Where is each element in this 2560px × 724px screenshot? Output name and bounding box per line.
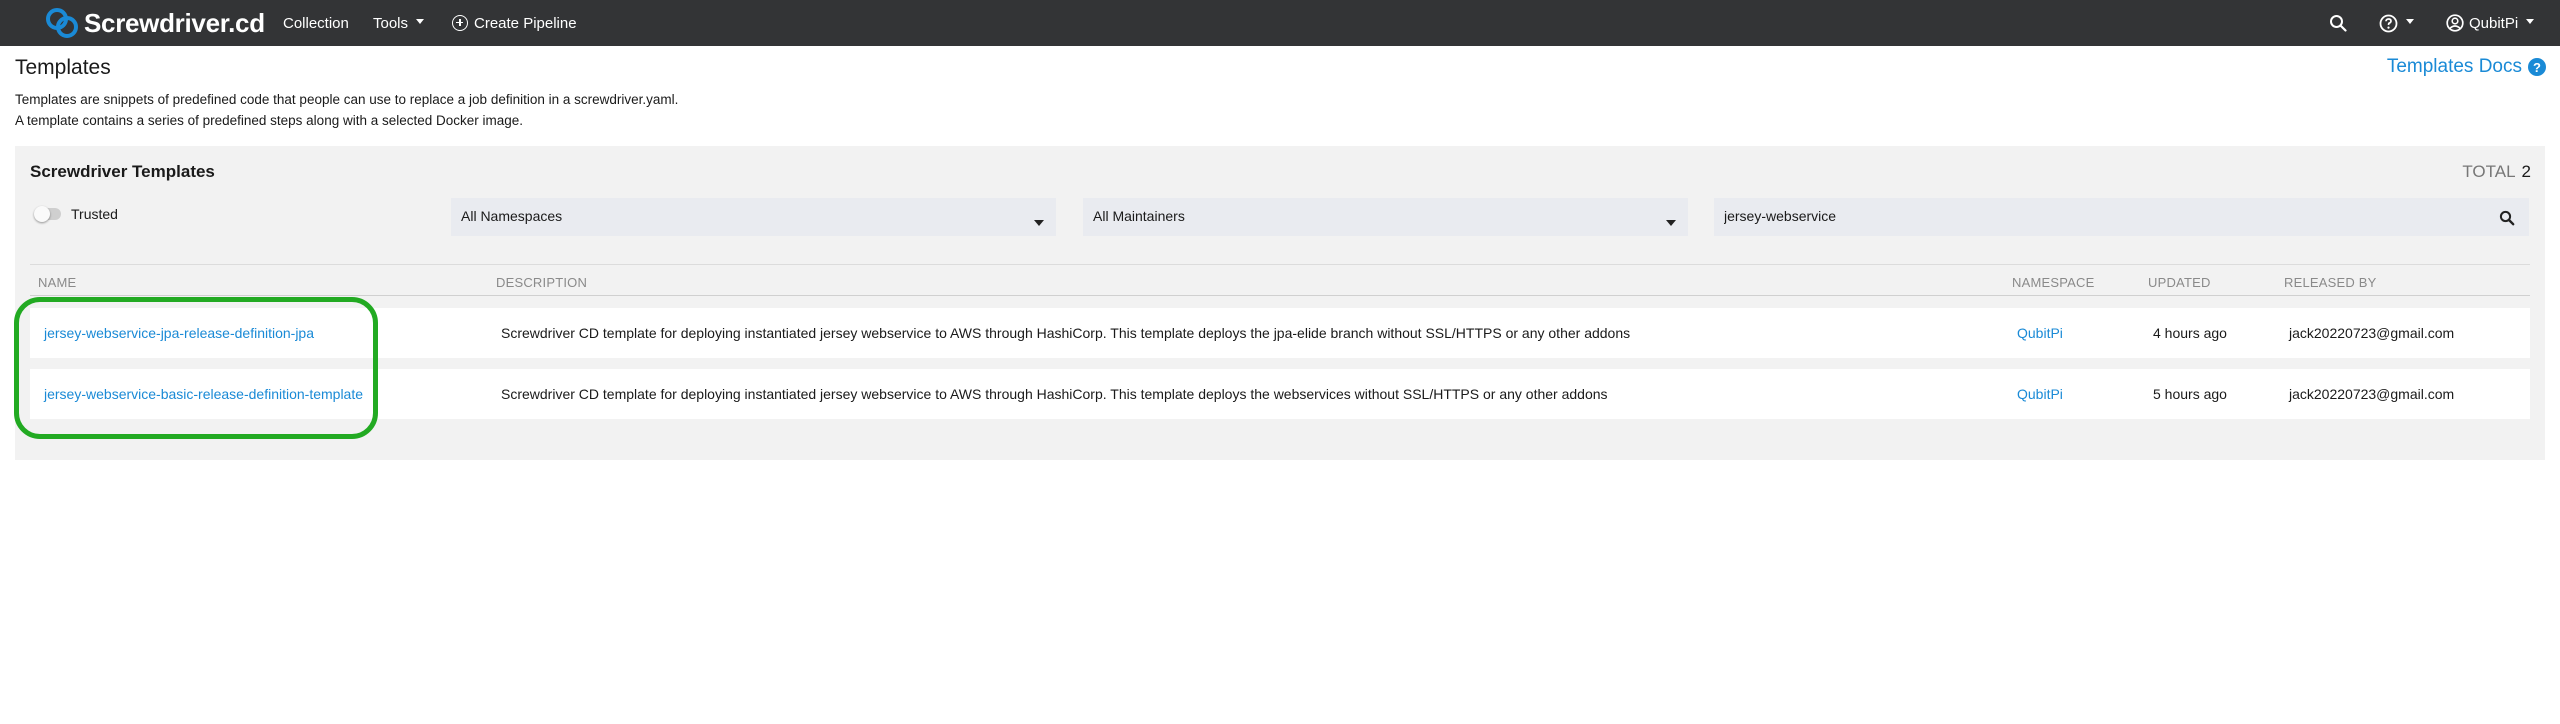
create-pipeline-link[interactable]: Create Pipeline	[452, 0, 577, 46]
user-menu-dropdown[interactable]: QubitPi	[2446, 0, 2535, 46]
search-nav-button[interactable]	[2329, 0, 2347, 46]
namespace-select[interactable]: All Namespaces	[451, 198, 1056, 236]
template-name-link[interactable]: jersey-webservice-jpa-release-definition…	[44, 325, 314, 341]
help-dropdown[interactable]	[2379, 0, 2414, 46]
maintainer-select[interactable]: All Maintainers	[1083, 198, 1688, 236]
user-name: QubitPi	[2469, 14, 2519, 32]
table-row: jersey-webservice-basic-release-definiti…	[30, 369, 2530, 419]
column-header-namespace[interactable]: NAMESPACE	[2012, 275, 2094, 290]
screwdriver-logo-icon	[46, 8, 78, 38]
templates-panel: Screwdriver Templates TOTAL 2 Trusted All…	[15, 146, 2545, 460]
table-header: NAME DESCRIPTION NAMESPACE UPDATED RELEA…	[30, 264, 2530, 296]
chevron-down-icon	[2526, 19, 2535, 24]
plus-circle-icon	[452, 15, 468, 31]
page-title: Templates	[15, 56, 111, 79]
chevron-down-icon	[1034, 220, 1044, 226]
intro-text-line-2: A template contains a series of predefin…	[15, 113, 524, 128]
column-header-released-by[interactable]: RELEASED BY	[2284, 275, 2377, 290]
column-header-name[interactable]: NAME	[38, 275, 76, 290]
template-namespace-link[interactable]: QubitPi	[2017, 325, 2063, 341]
template-description: Screwdriver CD template for deploying in…	[501, 325, 1631, 341]
intro-text-line-1: Templates are snippets of predefined cod…	[15, 92, 679, 107]
trusted-label: Trusted	[71, 206, 118, 222]
template-released-by: jack20220723@gmail.com	[2289, 325, 2455, 341]
template-description: Screwdriver CD template for deploying in…	[501, 386, 1608, 402]
table-row: jersey-webservice-jpa-release-definition…	[30, 308, 2530, 358]
panel-title: Screwdriver Templates	[30, 162, 215, 181]
chevron-down-icon	[1666, 220, 1676, 226]
search-icon	[2330, 15, 2347, 32]
template-updated: 4 hours ago	[2153, 325, 2227, 341]
maintainer-select-value: All Maintainers	[1093, 208, 1185, 224]
trusted-toggle[interactable]	[34, 206, 61, 222]
column-header-description[interactable]: DESCRIPTION	[496, 275, 587, 290]
nav-collection-link[interactable]: Collection	[283, 0, 349, 46]
template-name-link[interactable]: jersey-webservice-basic-release-definiti…	[44, 386, 363, 402]
brand-name: Screwdriver.cd	[84, 7, 265, 38]
chevron-down-icon	[416, 19, 425, 24]
total-count: TOTAL 2	[2462, 162, 2531, 182]
question-circle-icon: ?	[2528, 58, 2546, 76]
template-search-input[interactable]	[1724, 208, 2424, 224]
user-circle-icon	[2446, 14, 2464, 32]
brand-home-link[interactable]: Screwdriver.cd	[44, 4, 265, 42]
templates-docs-link[interactable]: Templates Docs ?	[2387, 56, 2546, 78]
templates-docs-label: Templates Docs	[2386, 56, 2522, 77]
template-search-field[interactable]	[1714, 198, 2529, 236]
chevron-down-icon	[2406, 19, 2414, 24]
namespace-select-value: All Namespaces	[461, 208, 563, 224]
nav-tools-dropdown[interactable]: Tools	[373, 0, 425, 46]
total-label: TOTAL	[2462, 162, 2516, 181]
create-pipeline-label: Create Pipeline	[474, 14, 577, 32]
column-header-updated[interactable]: UPDATED	[2148, 275, 2211, 290]
template-released-by: jack20220723@gmail.com	[2289, 386, 2455, 402]
search-icon[interactable]	[2499, 210, 2515, 226]
nav-tools-label: Tools	[373, 14, 409, 32]
template-namespace-link[interactable]: QubitPi	[2017, 386, 2063, 402]
question-circle-icon	[2379, 14, 2398, 32]
total-value: 2	[2521, 162, 2531, 181]
top-navbar: Screwdriver.cd Collection Tools Create P…	[0, 0, 2560, 46]
template-updated: 5 hours ago	[2153, 386, 2227, 402]
